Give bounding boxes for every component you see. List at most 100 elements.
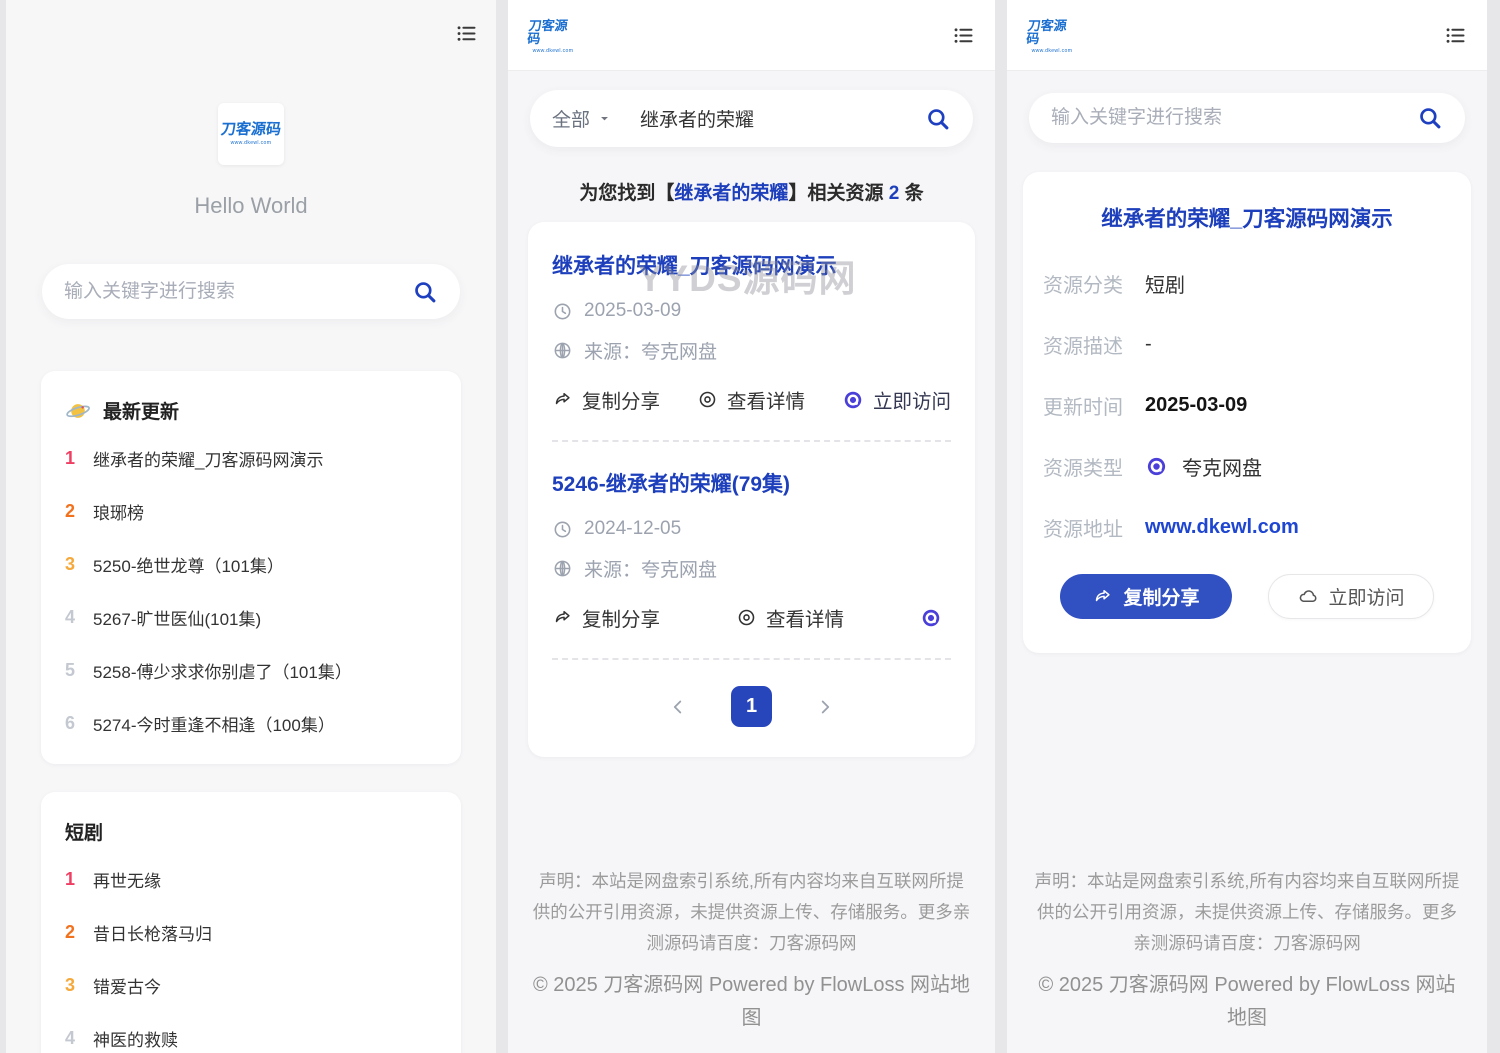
- rank-number: 6: [65, 713, 93, 734]
- globe-icon: [552, 340, 573, 361]
- logo-text: 刀客源码: [527, 19, 580, 45]
- list-item-title: 昔日长枪落马归: [93, 920, 212, 945]
- row-label: 资源地址: [1043, 513, 1145, 542]
- list-item[interactable]: 1再世无缘: [63, 853, 439, 906]
- search-button[interactable]: [1417, 105, 1443, 131]
- search-input[interactable]: [1051, 107, 1417, 129]
- list-item-title: 5267-旷世医仙(101集): [93, 605, 261, 630]
- list-item-title: 继承者的荣耀_刀客源码网演示: [93, 446, 323, 471]
- search-icon: [925, 106, 951, 132]
- copy-share-button[interactable]: 复制分享: [552, 385, 660, 414]
- result-actions: 复制分享 查看详情: [552, 603, 951, 632]
- resource-link[interactable]: www.dkewl.com: [1145, 516, 1299, 539]
- row-label: 资源分类: [1043, 269, 1145, 298]
- menu-button[interactable]: [452, 22, 480, 46]
- row-value: 2025-03-09: [1145, 394, 1247, 417]
- list-item[interactable]: 45267-旷世医仙(101集): [63, 591, 439, 644]
- search-button[interactable]: [925, 106, 951, 132]
- search-input[interactable]: [640, 108, 925, 130]
- short-drama-card: 短剧 1再世无缘 2昔日长枪落马归 3错爱古今 4神医的救赎: [41, 792, 461, 1053]
- clock-icon: [552, 519, 573, 540]
- row-label: 资源类型: [1043, 452, 1145, 481]
- share-icon: [552, 607, 573, 628]
- result-date: 2024-12-05: [584, 518, 681, 540]
- divider: [552, 658, 951, 660]
- header-bar: 刀客源码 www.dkewl.com: [1007, 0, 1487, 71]
- list-item-title: 5250-绝世龙尊（101集）: [93, 552, 284, 577]
- list-item[interactable]: 1继承者的荣耀_刀客源码网演示: [63, 432, 439, 485]
- pagination: 1: [552, 686, 951, 727]
- result-title[interactable]: 继承者的荣耀_刀客源码网演示: [552, 250, 951, 280]
- footer-disclaimer: 声明：本站是网盘索引系统,所有内容均来自互联网所提供的公开引用资源，未提供资源上…: [532, 866, 971, 959]
- view-detail-button[interactable]: 查看详情: [697, 385, 805, 414]
- category-filter-dropdown[interactable]: 全部: [552, 105, 612, 132]
- chevron-down-icon: [597, 111, 612, 126]
- hello-text: Hello World: [6, 193, 496, 219]
- copy-share-button[interactable]: 复制分享: [1060, 574, 1231, 619]
- result-date: 2025-03-09: [584, 300, 681, 322]
- visit-now-button[interactable]: [920, 607, 951, 629]
- list-item[interactable]: 55258-傅少求求你别虐了（101集）: [63, 644, 439, 697]
- detail-row-description: 资源描述 -: [1043, 330, 1451, 359]
- result-source-row: 来源：夸克网盘: [552, 337, 951, 364]
- detail-buttons: 复制分享 立即访问: [1043, 574, 1451, 619]
- result-date-row: 2025-03-09: [552, 300, 951, 322]
- rank-number: 3: [65, 975, 93, 996]
- visit-now-button[interactable]: 立即访问: [842, 385, 951, 414]
- rank-number: 4: [65, 607, 93, 628]
- row-value: -: [1145, 333, 1152, 356]
- visit-now-button[interactable]: 立即访问: [1268, 574, 1434, 619]
- result-source: 来源：夸克网盘: [584, 337, 717, 364]
- footer-disclaimer: 声明：本站是网盘索引系统,所有内容均来自互联网所提供的公开引用资源，未提供资源上…: [1031, 866, 1463, 959]
- search-box: 全部: [530, 90, 973, 147]
- share-icon: [1092, 586, 1113, 607]
- site-logo[interactable]: 刀客源码 www.dkewl.com: [218, 103, 284, 165]
- view-detail-button[interactable]: 查看详情: [736, 603, 844, 632]
- chevron-right-icon: [814, 696, 836, 718]
- list-item[interactable]: 3错爱古今: [63, 959, 439, 1012]
- rank-number: 1: [65, 448, 93, 469]
- detail-row-category: 资源分类 短剧: [1043, 269, 1451, 298]
- copy-share-button[interactable]: 复制分享: [552, 603, 660, 632]
- menu-button[interactable]: [1441, 24, 1469, 48]
- row-label: 更新时间: [1043, 391, 1145, 420]
- latest-updates-list: 1继承者的荣耀_刀客源码网演示 2琅琊榜 35250-绝世龙尊（101集） 45…: [63, 432, 439, 750]
- list-menu-icon: [1442, 24, 1469, 47]
- search-input[interactable]: [64, 281, 412, 303]
- rank-number: 4: [65, 1028, 93, 1049]
- eye-icon: [736, 607, 757, 628]
- divider: [552, 440, 951, 442]
- list-item[interactable]: 35250-绝世龙尊（101集）: [63, 538, 439, 591]
- next-page-button[interactable]: [814, 696, 836, 718]
- result-title[interactable]: 5246-继承者的荣耀(79集): [552, 468, 951, 498]
- current-page-button[interactable]: 1: [731, 686, 772, 727]
- detail-row-updated: 更新时间 2025-03-09: [1043, 391, 1451, 420]
- list-item[interactable]: 2昔日长枪落马归: [63, 906, 439, 959]
- panel-search-results: 刀客源码 www.dkewl.com 全部 为您找到【继承者的荣耀】相关资源 2…: [508, 0, 995, 1053]
- rank-number: 2: [65, 501, 93, 522]
- logo-text: 刀客源码: [1026, 19, 1079, 45]
- results-card: YYDS源码网 继承者的荣耀_刀客源码网演示 2025-03-09 来源：夸克网…: [528, 222, 975, 757]
- result-count-text: 为您找到【继承者的荣耀】相关资源 2 条: [508, 178, 995, 205]
- menu-button[interactable]: [949, 24, 977, 48]
- detail-row-address: 资源地址 www.dkewl.com: [1043, 513, 1451, 542]
- page: 刀客源码 www.dkewl.com Hello World 最新更新 1继承者…: [0, 0, 1500, 1053]
- list-item-title: 5258-傅少求求你别虐了（101集）: [93, 658, 352, 683]
- list-item[interactable]: 2琅琊榜: [63, 485, 439, 538]
- search-button[interactable]: [412, 279, 438, 305]
- quark-disk-icon: [1145, 455, 1168, 478]
- site-logo[interactable]: 刀客源码 www.dkewl.com: [528, 12, 578, 60]
- site-logo[interactable]: 刀客源码 www.dkewl.com: [1027, 12, 1077, 60]
- chevron-left-icon: [667, 696, 689, 718]
- row-label: 资源描述: [1043, 330, 1145, 359]
- footer-copyright: © 2025 刀客源码网 Powered by FlowLoss 网站地图: [532, 969, 971, 1035]
- list-item[interactable]: 4神医的救赎: [63, 1012, 439, 1053]
- search-icon: [412, 279, 438, 305]
- search-box: [42, 264, 460, 319]
- rank-number: 3: [65, 554, 93, 575]
- result-source: 来源：夸克网盘: [584, 555, 717, 582]
- list-item[interactable]: 65274-今时重逢不相逢（100集）: [63, 697, 439, 750]
- prev-page-button[interactable]: [667, 696, 689, 718]
- footer-copyright: © 2025 刀客源码网 Powered by FlowLoss 网站地图: [1031, 969, 1463, 1035]
- result-source-row: 来源：夸克网盘: [552, 555, 951, 582]
